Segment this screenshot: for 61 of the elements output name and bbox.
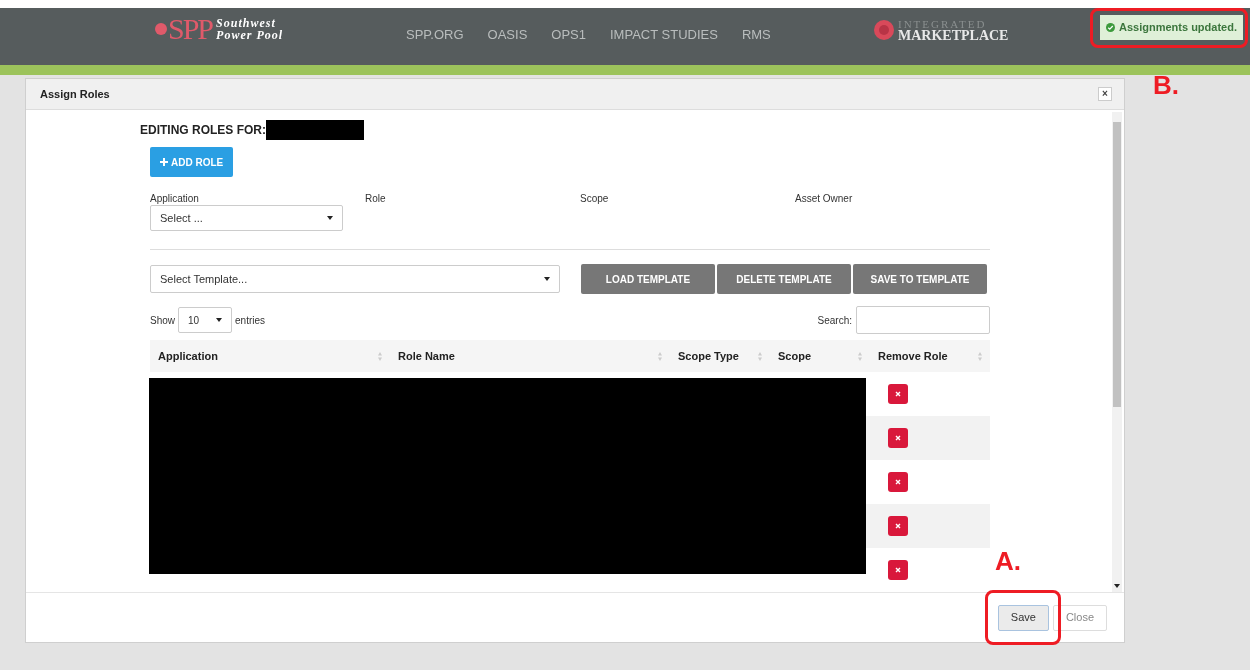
modal-title: Assign Roles	[40, 86, 110, 102]
caret-icon	[544, 277, 550, 281]
scrollbar-thumb[interactable]	[1113, 122, 1121, 407]
sort-icon	[758, 351, 762, 361]
editing-heading: EDITING ROLES FOR:	[140, 122, 266, 139]
logo-mark: SPP	[168, 14, 213, 44]
sort-icon	[378, 351, 382, 361]
template-button[interactable]: SAVE TO TEMPLATE	[853, 264, 987, 294]
close-icon	[895, 479, 901, 485]
column-header[interactable]: Application	[158, 347, 218, 365]
sort-icon	[858, 351, 862, 361]
close-icon	[895, 567, 901, 573]
remove-role-button[interactable]	[888, 516, 908, 536]
field-label: Application	[150, 192, 200, 204]
annotation-label: A.	[995, 548, 1021, 574]
nav-link[interactable]: RMS	[741, 25, 771, 45]
column-header[interactable]: Remove Role	[878, 347, 948, 365]
footer-button[interactable]: Close	[1052, 604, 1107, 631]
close-icon	[895, 435, 901, 441]
nav-link[interactable]: SPP.ORG	[406, 25, 464, 45]
toast-text: Assignments updated.	[1119, 20, 1237, 36]
sort-icon	[978, 351, 982, 361]
field-label: Scope	[580, 192, 610, 204]
sort-icon	[658, 351, 662, 361]
close-button[interactable]: ×	[1098, 87, 1112, 101]
nav-link[interactable]: OPS1	[551, 25, 586, 45]
logo-text: Southwest	[216, 17, 277, 29]
plus-icon	[160, 158, 168, 166]
footer-button[interactable]: Save	[997, 604, 1049, 631]
caret-icon	[216, 318, 222, 322]
entries-label: entries	[235, 313, 266, 328]
remove-role-button[interactable]	[888, 384, 908, 404]
remove-role-button[interactable]	[888, 428, 908, 448]
template-button[interactable]: DELETE TEMPLATE	[717, 264, 851, 294]
entries-select[interactable]: 10	[178, 307, 232, 333]
logo-text: Power Pool	[216, 29, 284, 41]
search-label: Search:	[817, 313, 852, 328]
application-select[interactable]: Select ...	[150, 205, 343, 231]
scroll-down-icon	[1114, 584, 1120, 588]
brand-logo-icon	[873, 19, 895, 41]
template-select[interactable]: Select Template...	[150, 265, 560, 293]
logo-dot-icon	[155, 23, 167, 35]
close-icon	[895, 523, 901, 529]
field-label: Role	[365, 192, 387, 204]
annotation-label: B.	[1153, 72, 1179, 98]
scrollbar[interactable]	[1112, 112, 1122, 592]
nav-link[interactable]: OASIS	[487, 25, 528, 45]
brand-text: MARKETPLACE	[898, 30, 1009, 42]
close-icon	[895, 391, 901, 397]
nav-link[interactable]: IMPACT STUDIES	[610, 25, 718, 45]
search-field[interactable]	[856, 306, 990, 334]
column-header[interactable]: Scope Type	[678, 347, 739, 365]
remove-role-button[interactable]	[888, 472, 908, 492]
check-circle-icon	[1106, 23, 1115, 32]
field-label: Asset Owner	[795, 192, 854, 204]
template-button[interactable]: LOAD TEMPLATE	[581, 264, 715, 294]
column-header[interactable]: Role Name	[398, 347, 455, 365]
remove-role-button[interactable]	[888, 560, 908, 580]
column-header[interactable]: Scope	[778, 347, 811, 365]
show-label: Show	[150, 313, 175, 328]
caret-icon	[327, 216, 333, 220]
